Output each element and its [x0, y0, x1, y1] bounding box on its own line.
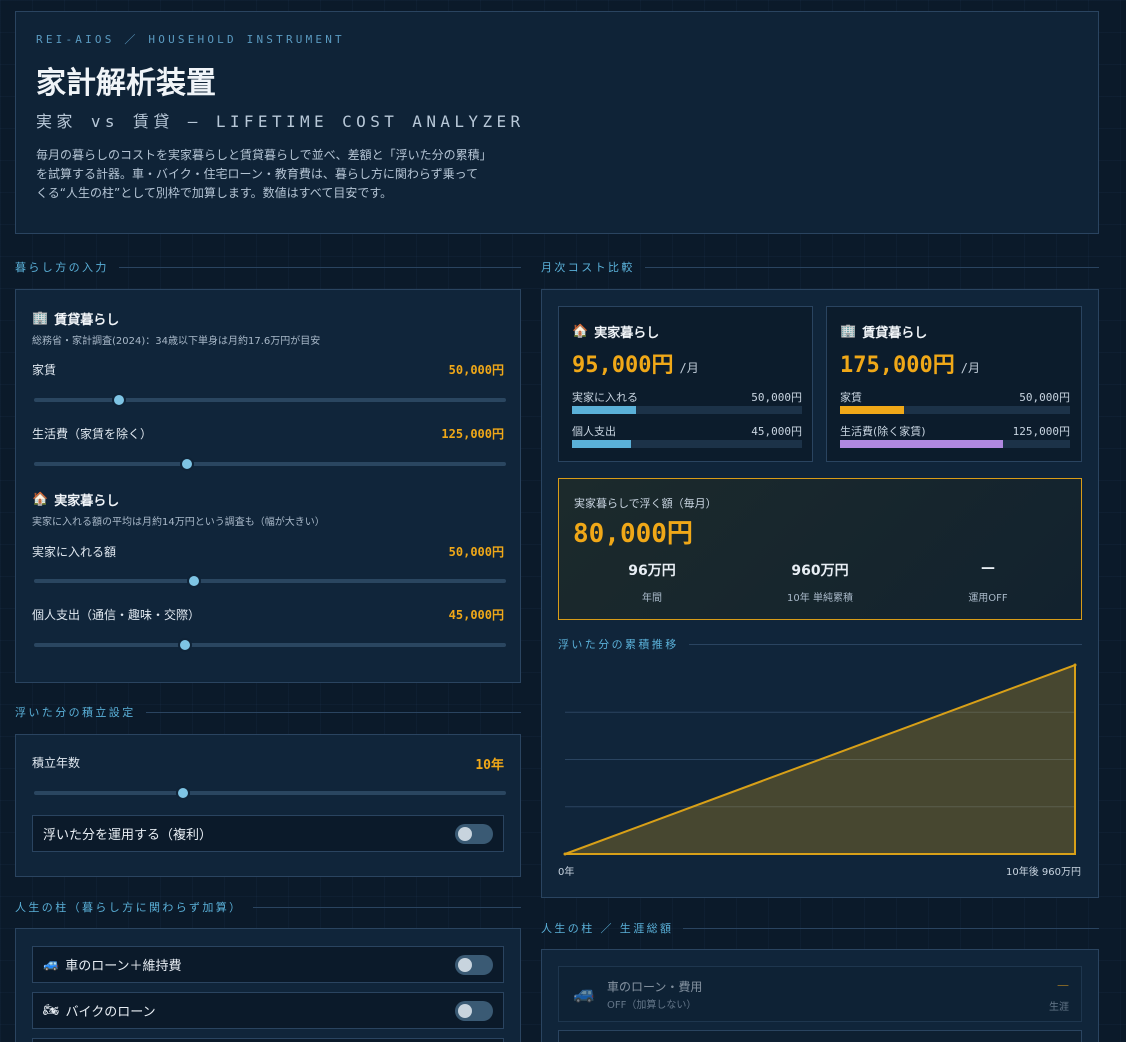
breadcrumb: REI-AIOS ／ HOUSEHOLD INSTRUMENT: [36, 33, 345, 46]
rent-cost-card: 🏢 賃貸暮らし 175,000円/月 家賃 50,000円 生活費(除く家賃) 125…: [826, 306, 1082, 462]
chart-point: [1073, 663, 1077, 667]
home-group-title: 🏠 実家暮らし: [32, 492, 120, 509]
personal-spending-label: 個人支出（通信・趣味・交際）: [32, 608, 201, 622]
rent-note: 総務省・家計調査(2024)：34歳以下単身は月約17.6万円が目安: [32, 336, 321, 347]
x-tick-label: 0年: [558, 865, 574, 878]
section-heading-input: 暮らし方の入力: [15, 259, 521, 275]
home-cost-card: 🏠 実家暮らし 95,000円/月 実家に入れる 50,000円 個人支出 45,00…: [558, 306, 813, 462]
page-description: 毎月の暮らしのコストを実家暮らしと賃貸暮らしで並べ、差額と「浮いた分の累積」を試…: [36, 148, 486, 200]
input-panel: 🏢 賃貸暮らし 総務省・家計調査(2024)：34歳以下単身は月約17.6万円が…: [15, 289, 521, 683]
years-slider[interactable]: [34, 786, 506, 800]
living-cost-slider-handle[interactable]: [180, 457, 195, 471]
home-contribution-slider[interactable]: [34, 574, 506, 588]
cumulative-savings-chart: 0年 10年後 960万円: [558, 663, 1081, 878]
building-icon: 🏢: [840, 324, 857, 339]
investment-value: —: [981, 560, 995, 576]
house-icon: 🏠: [572, 324, 589, 339]
years-label: 積立年数: [32, 756, 81, 770]
home-contribution-value: 50,000円: [448, 545, 504, 559]
lifetime-car-row: 🚙 車のローン・費用 OFF（加算しない） — 生涯: [558, 966, 1082, 1022]
living-cost-value: 125,000円: [441, 427, 504, 441]
lifetime-car-value: —: [1057, 978, 1069, 992]
car-loan-label: 車のローン＋維持費: [65, 959, 182, 974]
living-cost-slider[interactable]: [34, 457, 506, 471]
rent-card-title: 賃貸暮らし: [862, 326, 928, 341]
bike-loan-label: バイクのローン: [65, 1005, 156, 1020]
savings-amount: 80,000円: [573, 519, 693, 549]
header-panel: REI-AIOS ／ HOUSEHOLD INSTRUMENT 家計解析装置 実…: [15, 11, 1099, 234]
lifetime-car-unit: 生涯: [1049, 1002, 1069, 1013]
chart-heading: 浮いた分の累積推移: [558, 636, 1082, 652]
personal-spending-value: 45,000円: [448, 608, 504, 622]
home-breakdown-row: 実家に入れる 50,000円: [572, 389, 802, 414]
personal-spending-slider-handle[interactable]: [178, 638, 193, 652]
annual-savings-label: 年間: [642, 593, 662, 604]
car-loan-toggle-row[interactable]: 🚙 車のローン＋維持費: [32, 946, 504, 983]
home-breakdown-row: 個人支出 45,000円: [572, 423, 802, 448]
car-icon: 🚙: [43, 957, 60, 972]
compound-toggle[interactable]: [455, 823, 493, 844]
rent-total: 175,000円: [840, 353, 955, 378]
section-heading-savings: 浮いた分の積立設定: [15, 704, 521, 720]
home-breakdown-bar: [572, 406, 802, 414]
years-value: 10年: [475, 758, 504, 773]
home-note: 実家に入れる額の平均は月約14万円という調査も（幅が大きい）: [32, 517, 325, 528]
rent-breakdown-bar: [840, 440, 1070, 448]
compound-toggle-row[interactable]: 浮いた分を運用する（複利）: [32, 815, 504, 852]
car-loan-toggle[interactable]: [455, 954, 493, 975]
rent-total-unit: /月: [960, 361, 980, 375]
motorcycle-icon: 🏍: [43, 1003, 60, 1018]
cumulative-savings-label: 10年 単純累積: [787, 593, 853, 604]
section-heading-comparison: 月次コスト比較: [541, 259, 1099, 275]
savings-settings-panel: 積立年数 10年 浮いた分を運用する（複利）: [15, 734, 521, 877]
cumulative-savings-value: 960万円: [791, 563, 849, 579]
building-icon: 🏢: [32, 311, 49, 326]
page-title: 家計解析装置: [36, 66, 216, 101]
rent-breakdown-row: 家賃 50,000円: [840, 389, 1070, 414]
rent-breakdown-row: 生活費(除く家賃) 125,000円: [840, 423, 1070, 448]
bike-loan-toggle-row[interactable]: 🏍 バイクのローン: [32, 992, 504, 1029]
page-subtitle: 実家 vs 賃貸 — LIFETIME COST ANALYZER: [36, 112, 525, 131]
home-total: 95,000円: [572, 353, 674, 378]
home-total-unit: /月: [679, 361, 699, 375]
monthly-savings-box: 実家暮らしで浮く額（毎月） 80,000円 96万円 年間 960万円 10年 …: [558, 478, 1082, 620]
car-icon: 🚙: [573, 983, 596, 1004]
rent-slider-handle[interactable]: [111, 393, 126, 407]
personal-spending-slider[interactable]: [34, 638, 506, 652]
compound-toggle-label: 浮いた分を運用する（複利）: [43, 828, 213, 843]
lifetime-car-title: 車のローン・費用: [607, 980, 703, 994]
rent-value: 50,000円: [448, 363, 504, 377]
rent-breakdown-bar: [840, 406, 1070, 414]
bike-loan-toggle[interactable]: [455, 1000, 493, 1021]
savings-label: 実家暮らしで浮く額（毎月）: [574, 497, 717, 510]
house-icon: 🏠: [32, 492, 49, 507]
section-heading-pillars: 人生の柱（暮らし方に関わらず加算）: [15, 899, 521, 915]
pillars-panel: 🚙 車のローン＋維持費 🏍 バイクのローン: [15, 928, 521, 1042]
home-contribution-label: 実家に入れる額: [32, 545, 117, 559]
home-breakdown-bar: [572, 440, 802, 448]
rent-group-title: 🏢 賃貸暮らし: [32, 311, 120, 328]
chart-point: [563, 852, 567, 856]
next-pillar-toggle-row[interactable]: [32, 1038, 504, 1042]
lifetime-next-row: [558, 1030, 1082, 1042]
annual-savings-value: 96万円: [628, 563, 676, 579]
investment-label: 運用OFF: [968, 593, 1008, 604]
rent-slider[interactable]: [34, 393, 506, 407]
years-slider-handle[interactable]: [175, 786, 190, 800]
x-tick-label: 10年後 960万円: [1006, 865, 1081, 878]
home-card-title: 実家暮らし: [594, 326, 660, 341]
home-contribution-slider-handle[interactable]: [187, 574, 202, 588]
lifetime-car-sub: OFF（加算しない）: [607, 1000, 697, 1011]
living-cost-label: 生活費（家賃を除く）: [32, 427, 153, 441]
section-heading-lifetime: 人生の柱 ／ 生涯総額: [541, 920, 1099, 936]
rent-label: 家賃: [32, 363, 57, 377]
